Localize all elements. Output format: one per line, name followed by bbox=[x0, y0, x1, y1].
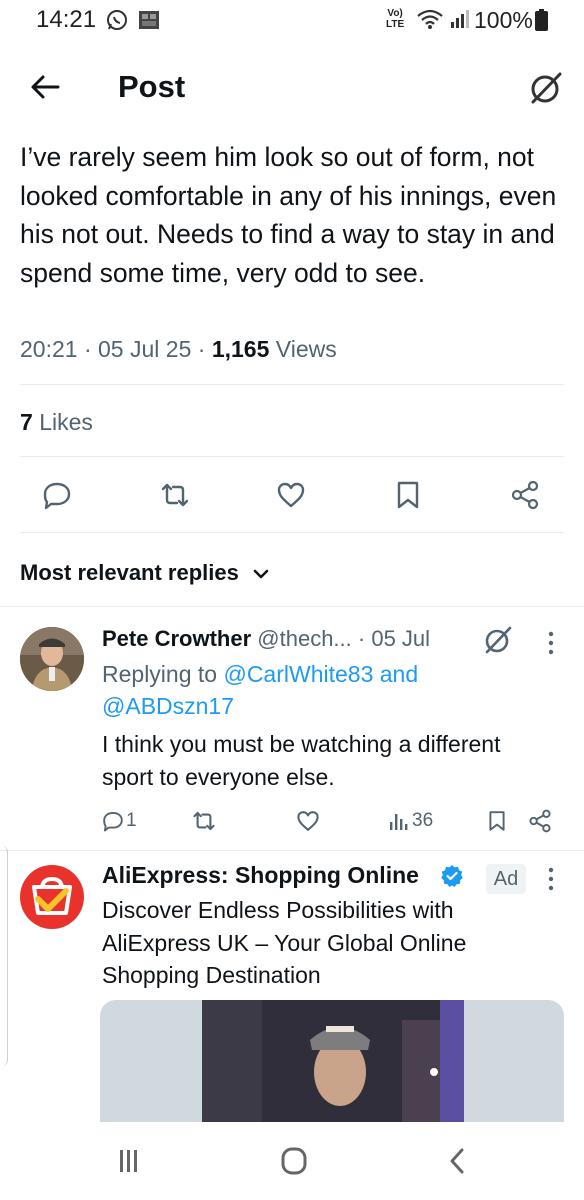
post-action-bar bbox=[0, 472, 584, 520]
recent-apps-icon[interactable] bbox=[108, 1146, 148, 1176]
views-chart-icon bbox=[390, 814, 408, 830]
likes-link[interactable]: 7 Likes bbox=[20, 409, 93, 436]
verified-badge-icon bbox=[441, 865, 463, 887]
ad-author-name[interactable]: AliExpress: Shopping Online bbox=[102, 862, 419, 889]
bookmark-icon bbox=[489, 811, 505, 831]
views-count: 1,165 bbox=[211, 336, 270, 362]
grok-icon[interactable] bbox=[483, 625, 513, 655]
reply-reply-button[interactable]: 1 bbox=[102, 808, 137, 834]
status-time: 14:21 bbox=[36, 6, 97, 33]
back-arrow-icon[interactable] bbox=[28, 70, 62, 104]
share-icon bbox=[529, 809, 551, 833]
likes-label: Likes bbox=[39, 409, 93, 435]
reply-author-name[interactable]: Pete Crowther bbox=[102, 626, 251, 651]
wifi-icon bbox=[417, 9, 443, 29]
gallery-icon bbox=[139, 11, 159, 29]
back-nav-icon[interactable] bbox=[438, 1146, 478, 1176]
battery-percent: 100% bbox=[474, 7, 533, 33]
reply-text: I think you must be watching a different… bbox=[102, 731, 501, 790]
network-type: Vo) LTE bbox=[386, 8, 405, 30]
ad-badge: Ad bbox=[486, 864, 526, 894]
sort-label: Most relevant replies bbox=[20, 560, 239, 585]
reply-action-bar: 1 36 bbox=[0, 802, 584, 838]
meta-separator: · bbox=[83, 336, 92, 362]
whatsapp-icon bbox=[107, 10, 127, 30]
post-text: I’ve rarely seem him look so out of form… bbox=[20, 142, 557, 288]
reply-views-button[interactable]: 36 bbox=[388, 808, 433, 834]
mention-link[interactable]: @CarlWhite83 bbox=[223, 661, 373, 687]
system-navigation-bar bbox=[0, 1122, 584, 1200]
replying-and: and bbox=[379, 661, 419, 687]
reply-repost-button[interactable] bbox=[192, 808, 216, 834]
reply-bookmark-button[interactable] bbox=[486, 808, 508, 834]
reply-date: · 05 Jul bbox=[357, 626, 431, 651]
ad-video-thumbnail[interactable] bbox=[100, 1000, 564, 1122]
replying-to: Replying to @CarlWhite83 and @ABDszn17 bbox=[102, 658, 542, 722]
reply-icon bbox=[103, 811, 123, 832]
divider bbox=[20, 532, 564, 533]
repost-icon bbox=[193, 811, 215, 831]
divider bbox=[20, 384, 564, 385]
reply-like-button[interactable] bbox=[296, 808, 320, 834]
meta-separator: · bbox=[197, 336, 206, 362]
more-options-icon[interactable] bbox=[547, 630, 555, 656]
bookmark-icon[interactable] bbox=[393, 480, 423, 510]
avatar[interactable] bbox=[20, 865, 84, 929]
post-meta: 20:21 · 05 Jul 25 · 1,165 Views bbox=[20, 336, 337, 363]
status-bar: 14:21 Vo) LTE 100% bbox=[0, 0, 584, 44]
edge-panel-handle[interactable] bbox=[0, 846, 8, 1066]
video-frame bbox=[202, 1000, 464, 1122]
reply-share-button[interactable] bbox=[528, 808, 552, 834]
grok-icon[interactable] bbox=[528, 70, 564, 106]
top-app-bar: Post bbox=[0, 44, 584, 128]
reply-views-count: 36 bbox=[412, 810, 434, 831]
reply-author-handle[interactable]: @thech... bbox=[257, 626, 352, 651]
page-title: Post bbox=[118, 69, 186, 104]
like-heart-icon[interactable] bbox=[276, 480, 306, 510]
like-heart-icon bbox=[297, 811, 319, 831]
avatar-image bbox=[20, 627, 84, 691]
avatar[interactable] bbox=[20, 627, 84, 691]
signal-icon bbox=[451, 10, 469, 28]
home-icon[interactable] bbox=[274, 1146, 314, 1176]
battery-icon bbox=[535, 9, 548, 31]
aliexpress-logo-icon bbox=[32, 876, 72, 915]
replying-prefix: Replying to bbox=[102, 661, 218, 687]
ad-text: Discover Endless Possibilities with AliE… bbox=[102, 897, 467, 988]
divider bbox=[0, 606, 584, 607]
repost-icon[interactable] bbox=[160, 480, 190, 510]
likes-count: 7 bbox=[20, 409, 33, 435]
chevron-down-icon bbox=[253, 569, 269, 579]
views-label: Views bbox=[275, 336, 337, 362]
replies-sort-dropdown[interactable]: Most relevant replies bbox=[20, 560, 269, 586]
share-icon[interactable] bbox=[510, 480, 540, 510]
reply-header: Pete Crowther @thech... · 05 Jul bbox=[102, 626, 430, 652]
reply-icon[interactable] bbox=[42, 480, 72, 510]
post-time: 20:21 bbox=[20, 336, 78, 362]
divider bbox=[20, 456, 564, 457]
video-image bbox=[202, 1000, 464, 1122]
more-options-icon[interactable] bbox=[547, 866, 555, 892]
reply-count: 1 bbox=[126, 810, 137, 831]
mention-link[interactable]: @ABDszn17 bbox=[102, 693, 234, 719]
divider bbox=[0, 850, 584, 851]
post-date: 05 Jul 25 bbox=[98, 336, 192, 362]
